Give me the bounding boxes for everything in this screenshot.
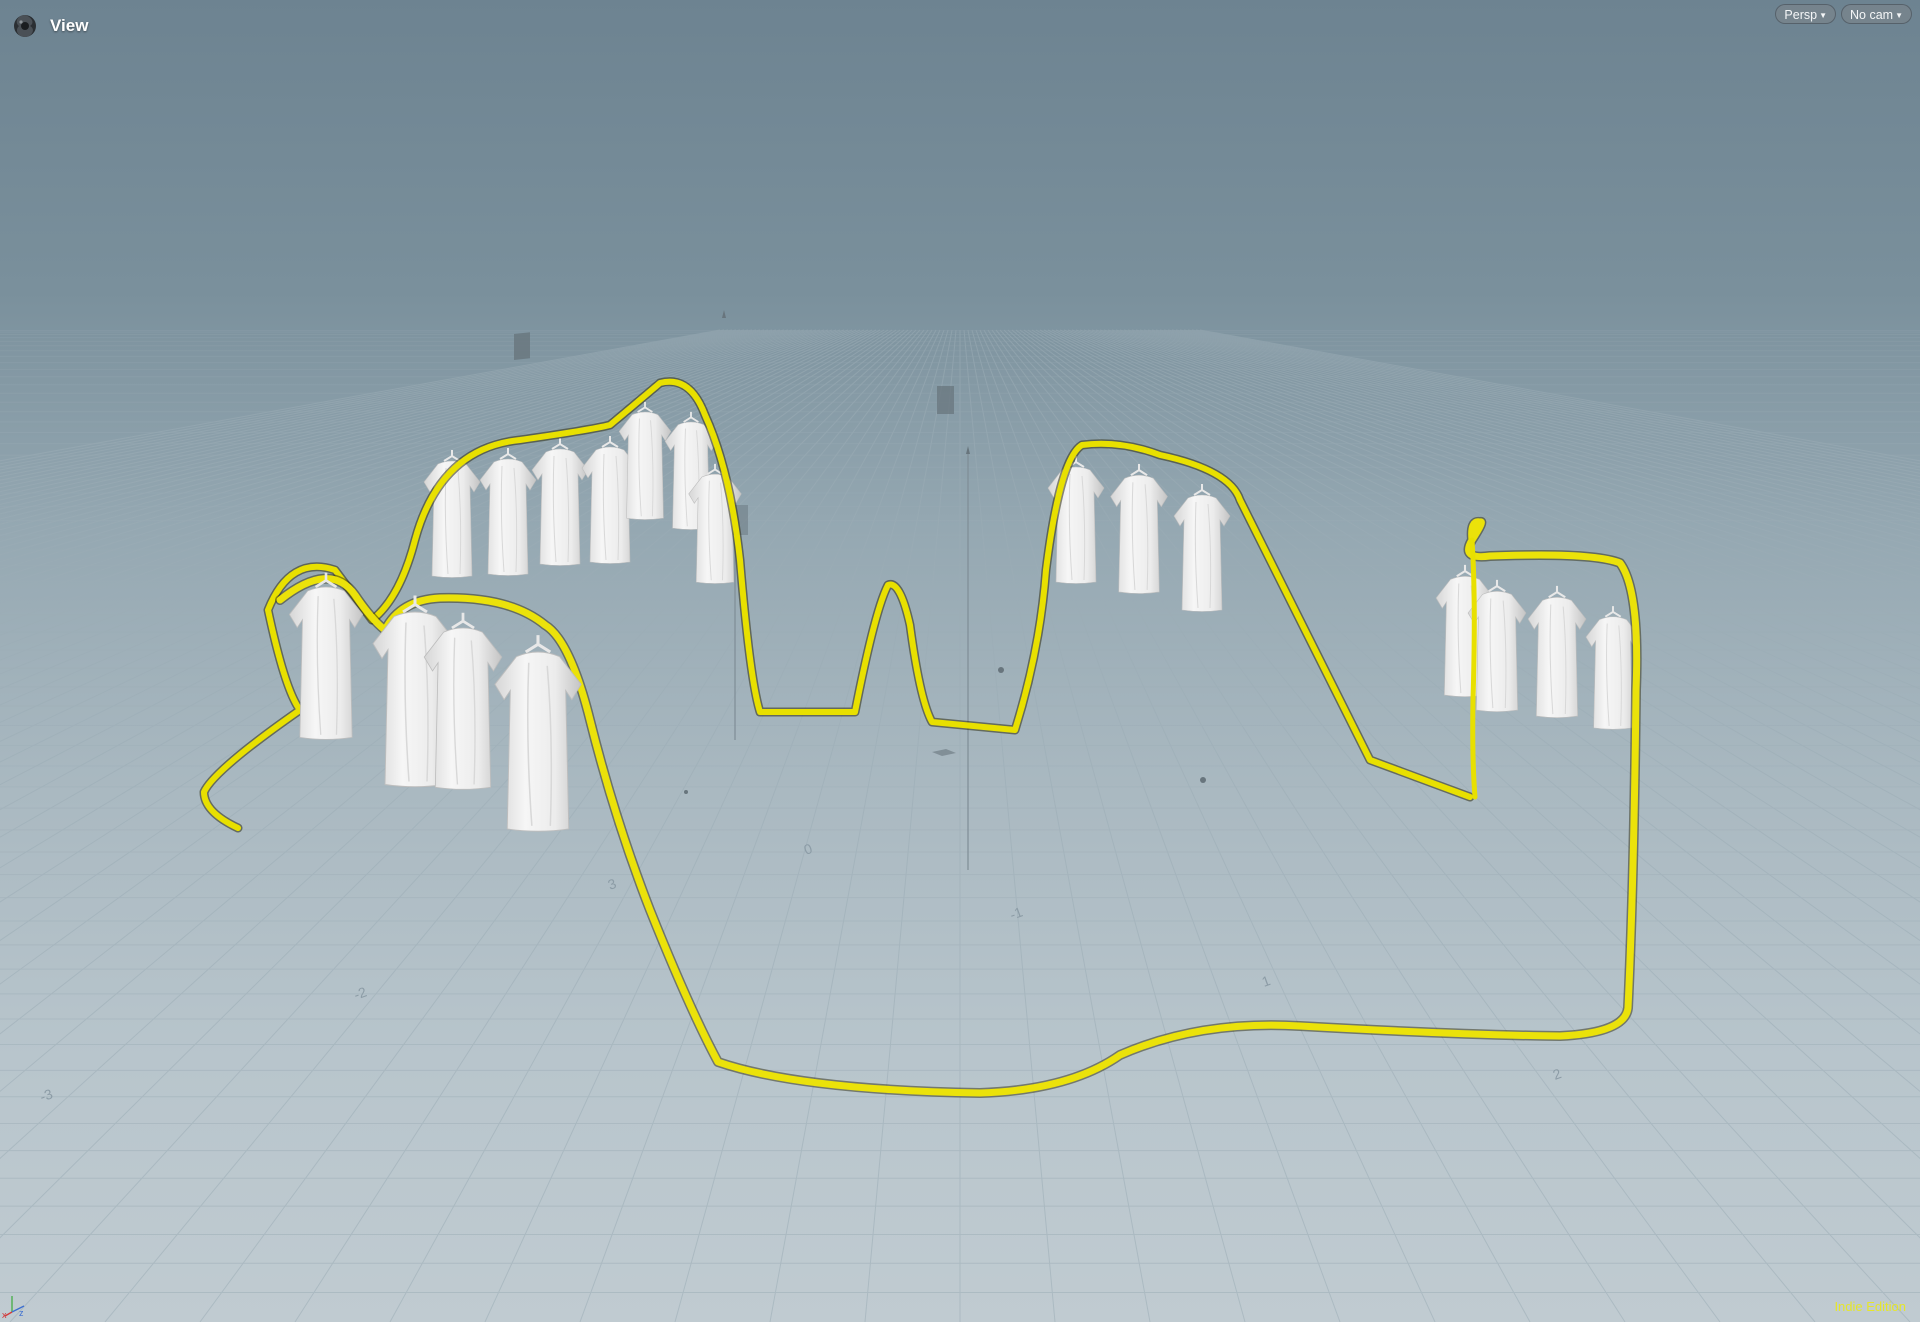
grid-tick-labels: -3 -2 -1 0 1 2 3 bbox=[38, 840, 1564, 1105]
camera-menu-button[interactable]: No cam ▼ bbox=[1841, 4, 1912, 24]
shirt-group-front-left[interactable] bbox=[287, 571, 584, 832]
chevron-down-icon: ▼ bbox=[1895, 11, 1903, 20]
scene-canvas[interactable]: -3 -2 -1 0 1 2 3 bbox=[0, 0, 1920, 1322]
x-axis-label: x bbox=[2, 1310, 7, 1318]
viewport-controls: Persp ▼ No cam ▼ bbox=[1775, 4, 1912, 24]
shirt-group-right[interactable] bbox=[1434, 563, 1642, 731]
grid-label: 1 bbox=[1260, 972, 1273, 990]
viewport-header: View bbox=[10, 10, 88, 42]
houdini-icon[interactable] bbox=[10, 11, 40, 41]
edition-label: Indie Edition bbox=[1834, 1299, 1906, 1314]
origin-axis bbox=[734, 450, 969, 870]
grid-label: -1 bbox=[1008, 903, 1025, 922]
z-axis-label: z bbox=[19, 1308, 24, 1318]
grid-label: 3 bbox=[606, 875, 619, 893]
grid-label: -2 bbox=[352, 983, 369, 1002]
chevron-down-icon: ▼ bbox=[1819, 11, 1827, 20]
grid-label: -3 bbox=[38, 1085, 55, 1104]
shirt-group-mid[interactable] bbox=[1047, 455, 1231, 612]
3d-viewport[interactable]: -3 -2 -1 0 1 2 3 bbox=[0, 0, 1920, 1322]
camera-label: No cam bbox=[1850, 8, 1894, 22]
projection-label: Persp bbox=[1784, 8, 1818, 22]
view-title: View bbox=[50, 16, 89, 35]
projection-menu-button[interactable]: Persp ▼ bbox=[1775, 4, 1836, 24]
axes-orientation-widget: x z bbox=[2, 1296, 25, 1318]
grid-label: 2 bbox=[1551, 1065, 1564, 1083]
